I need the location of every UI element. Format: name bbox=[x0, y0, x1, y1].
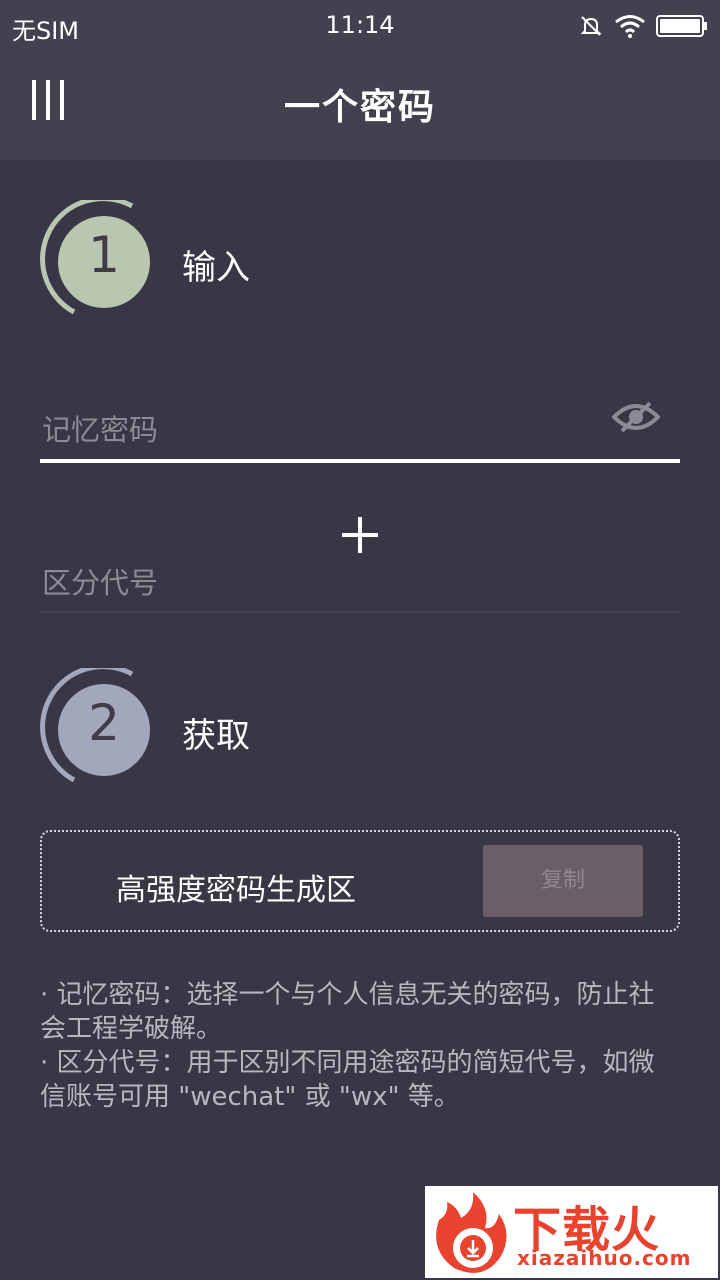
step-2-header: 2 获取 bbox=[36, 668, 336, 788]
help-notes: · 记忆密码：选择一个与个人信息无关的密码，防止社会工程学破解。 · 区分代号：… bbox=[40, 978, 680, 1114]
status-bar: 无SIM 11:14 bbox=[0, 0, 720, 52]
step-2-number: 2 bbox=[88, 694, 120, 752]
app-title: 一个密码 bbox=[283, 87, 436, 128]
status-icons bbox=[578, 10, 708, 42]
step-1-number: 1 bbox=[88, 226, 120, 284]
memory-password-underline bbox=[40, 459, 680, 463]
battery-icon bbox=[656, 15, 707, 37]
plus-icon bbox=[342, 517, 378, 553]
step-1-label: 输入 bbox=[182, 248, 250, 288]
code-underline bbox=[40, 611, 680, 613]
mute-icon bbox=[580, 16, 602, 36]
wifi-icon bbox=[615, 15, 645, 38]
generated-password: 高强度密码生成区 bbox=[116, 873, 356, 908]
flame-logo-icon bbox=[436, 1192, 507, 1273]
memory-password-field[interactable]: 记忆密码 bbox=[40, 395, 680, 465]
note-memory-password: · 记忆密码：选择一个与个人信息无关的密码，防止社会工程学破解。 bbox=[40, 980, 655, 1044]
code-field[interactable]: 区分代号 bbox=[40, 555, 680, 615]
step-1-header: 1 输入 bbox=[36, 200, 336, 320]
memory-password-input[interactable]: 记忆密码 bbox=[42, 407, 158, 449]
add-button bbox=[340, 515, 380, 555]
copy-button[interactable]: 复制 bbox=[483, 845, 643, 917]
password-output-box: 高强度密码生成区 复制 bbox=[40, 830, 680, 932]
app-bar: 一个密码 bbox=[0, 52, 720, 160]
note-code: · 区分代号：用于区别不同用途密码的简短代号，如微信账号可用 "wechat" … bbox=[40, 1048, 655, 1112]
visibility-toggle[interactable] bbox=[611, 401, 661, 433]
watermark: 下载火 xiazaihuo.com bbox=[425, 1186, 718, 1278]
code-input[interactable]: 区分代号 bbox=[42, 560, 158, 602]
watermark-url: xiazaihuo.com bbox=[517, 1246, 692, 1270]
step-2-label: 获取 bbox=[182, 716, 250, 756]
eye-off-icon bbox=[611, 401, 661, 433]
